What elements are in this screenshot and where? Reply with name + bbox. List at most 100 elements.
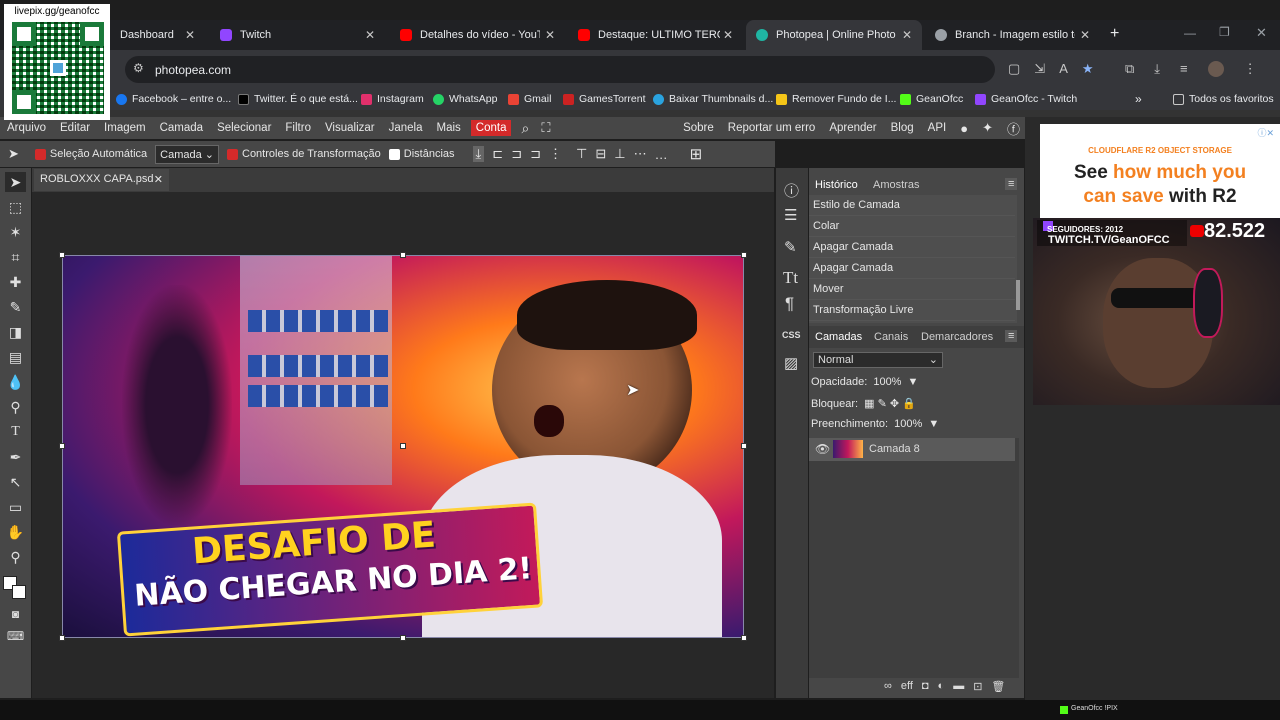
text-tool-icon[interactable]: T [5, 422, 26, 442]
close-icon[interactable]: ✕ [1080, 28, 1090, 42]
delete-layer-icon[interactable]: 🗑 [991, 680, 1005, 693]
history-item[interactable]: Colar [809, 216, 1015, 237]
quick-mask-icon[interactable]: ◙ [5, 604, 26, 624]
bookmark-item[interactable]: Baixar Thumbnails d... [653, 90, 773, 108]
menu-blog[interactable]: Blog [884, 122, 921, 134]
bookmark-item[interactable]: GamesTorrent [563, 90, 646, 108]
transform-handle[interactable] [741, 443, 747, 449]
close-icon[interactable]: ✕ [185, 28, 195, 42]
tab-amostras[interactable]: Amostras [873, 179, 919, 191]
menu-mais[interactable]: Mais [430, 122, 468, 134]
align-left-icon[interactable]: ⊏ [492, 146, 503, 162]
menu-selecionar[interactable]: Selecionar [210, 122, 278, 134]
caret-down-icon[interactable]: ▼ [908, 376, 919, 388]
layer-select-dropdown[interactable]: Camada ⌄ [155, 144, 219, 164]
tab-historico[interactable]: Histórico [815, 179, 858, 191]
close-icon[interactable]: ✕ [902, 28, 912, 42]
download-arrow-icon[interactable]: ⤓ [472, 146, 485, 162]
extensions-icon[interactable]: ⧉ [1125, 61, 1134, 77]
bookmark-item[interactable]: GeanOfcc [900, 90, 963, 108]
browser-tab[interactable]: Detalhes do vídeo - YouTube ✕ [390, 20, 565, 50]
layer-effects-icon[interactable]: eff [901, 680, 913, 693]
menu-janela[interactable]: Janela [382, 122, 430, 134]
search-icon[interactable]: ⌕ [521, 120, 529, 137]
distribute-icon[interactable]: ⋮ [549, 146, 562, 162]
translate-icon[interactable]: A [1059, 61, 1068, 77]
blur-tool-icon[interactable]: 💧 [5, 372, 26, 392]
link-layers-icon[interactable]: ∞ [884, 680, 892, 693]
menu-arquivo[interactable]: Arquivo [0, 122, 53, 134]
gradient-tool-icon[interactable]: ▤ [5, 347, 26, 367]
grid-icon[interactable]: ⊞ [690, 145, 703, 163]
zoom-tool-icon[interactable]: ⚲ [5, 547, 26, 567]
move-tool-icon[interactable]: ➤ [5, 172, 26, 192]
browser-tab[interactable]: Twitch ✕ [210, 20, 385, 50]
adjustments-icon[interactable]: ☰ [784, 206, 797, 224]
bookmark-star-icon[interactable]: ★ [1082, 61, 1094, 77]
align-right-icon[interactable]: ⊐ [530, 146, 541, 162]
crop-tool-icon[interactable]: ⌗ [5, 247, 26, 267]
menu-visualizar[interactable]: Visualizar [318, 122, 382, 134]
cast-icon[interactable]: ⇲ [1034, 61, 1045, 77]
menu-editar[interactable]: Editar [53, 122, 97, 134]
close-icon[interactable]: ✕ [723, 28, 733, 42]
browser-tab-active[interactable]: Photopea | Online Photo Edi ✕ [746, 20, 922, 50]
magic-wand-icon[interactable]: ✶ [5, 222, 26, 242]
history-item[interactable]: Estilo de Camada [809, 195, 1015, 216]
brush-tool-icon[interactable]: ✎ [5, 297, 26, 317]
tab-canais[interactable]: Canais [874, 331, 908, 343]
transform-controls-checkbox[interactable]: Controles de Transformação [227, 148, 381, 160]
image-icon[interactable]: ▨ [784, 354, 798, 372]
bookmark-item[interactable]: WhatsApp [433, 90, 497, 108]
reddit-icon[interactable]: ● [953, 121, 975, 136]
menu-camada[interactable]: Camada [153, 122, 210, 134]
more-icon[interactable]: … [655, 147, 668, 162]
close-icon[interactable]: ✕ [545, 28, 555, 42]
transform-handle[interactable] [400, 635, 406, 641]
lock-transparency-icon[interactable]: ▦ [864, 398, 874, 410]
history-item[interactable]: Mover [809, 279, 1015, 300]
distances-checkbox[interactable]: Distâncias [388, 148, 455, 160]
marquee-tool-icon[interactable]: ⬚ [5, 197, 26, 217]
shape-tool-icon[interactable]: ▭ [5, 497, 26, 517]
media-icon[interactable]: ≡ [1180, 61, 1188, 77]
eraser-tool-icon[interactable]: ◨ [5, 322, 26, 342]
caret-down-icon[interactable]: ▼ [928, 418, 939, 430]
lock-paint-icon[interactable]: ✎ [878, 398, 887, 410]
new-tab-icon[interactable]: + [1110, 25, 1119, 43]
menu-filtro[interactable]: Filtro [278, 122, 318, 134]
lock-all-icon[interactable]: 🔒 [902, 398, 916, 410]
restore-icon[interactable]: ❐ [1219, 25, 1230, 39]
more-menu-icon[interactable]: ⋮ [1244, 61, 1257, 77]
bookmark-item[interactable]: Remover Fundo de I... [776, 90, 896, 108]
tab-camadas[interactable]: Camadas [815, 331, 862, 343]
tab-demarcadores[interactable]: Demarcadores [921, 331, 993, 343]
browser-tab[interactable]: Destaque: ULTIMO TERÇA D✕ [568, 20, 743, 50]
path-select-icon[interactable]: ↖ [5, 472, 26, 492]
close-icon[interactable]: ✕ [154, 173, 163, 186]
download-icon[interactable]: ⤓ [1154, 61, 1160, 77]
transform-handle[interactable] [400, 252, 406, 258]
fill-input[interactable]: 100% [894, 418, 922, 430]
address-bar[interactable]: ⚙ photopea.com [125, 56, 995, 83]
lock-position-icon[interactable]: ✥ [890, 398, 899, 410]
align-center-icon[interactable]: ⊐ [511, 146, 522, 162]
twitter-icon[interactable]: ✦ [975, 120, 1000, 136]
close-window-icon[interactable]: ✕ [1256, 25, 1267, 41]
advertisement[interactable]: CLOUDFLARE R2 OBJECT STORAGE See how muc… [1040, 124, 1280, 222]
screenshot-icon[interactable]: ▢ [1008, 61, 1020, 77]
all-bookmarks[interactable]: Todos os favoritos [1173, 90, 1274, 108]
document-tab[interactable]: ROBLOXXX CAPA.psd ✕ [34, 169, 169, 191]
account-button[interactable]: Conta [470, 120, 512, 136]
bookmark-item[interactable]: Facebook – entre o... [116, 90, 231, 108]
new-layer-icon[interactable]: ⊡ [973, 680, 982, 693]
menu-sobre[interactable]: Sobre [676, 122, 721, 134]
transform-handle[interactable] [59, 252, 65, 258]
panel-menu-icon[interactable]: ≡ [1005, 178, 1018, 190]
close-icon[interactable]: ✕ [365, 28, 375, 42]
align-bottom-icon[interactable]: ⊥ [614, 146, 625, 162]
adjustment-layer-icon[interactable]: ◐ [938, 680, 945, 693]
mask-icon[interactable]: ◘ [922, 680, 929, 693]
align-top-icon[interactable]: ⊤ [576, 146, 587, 162]
transform-handle[interactable] [400, 443, 406, 449]
